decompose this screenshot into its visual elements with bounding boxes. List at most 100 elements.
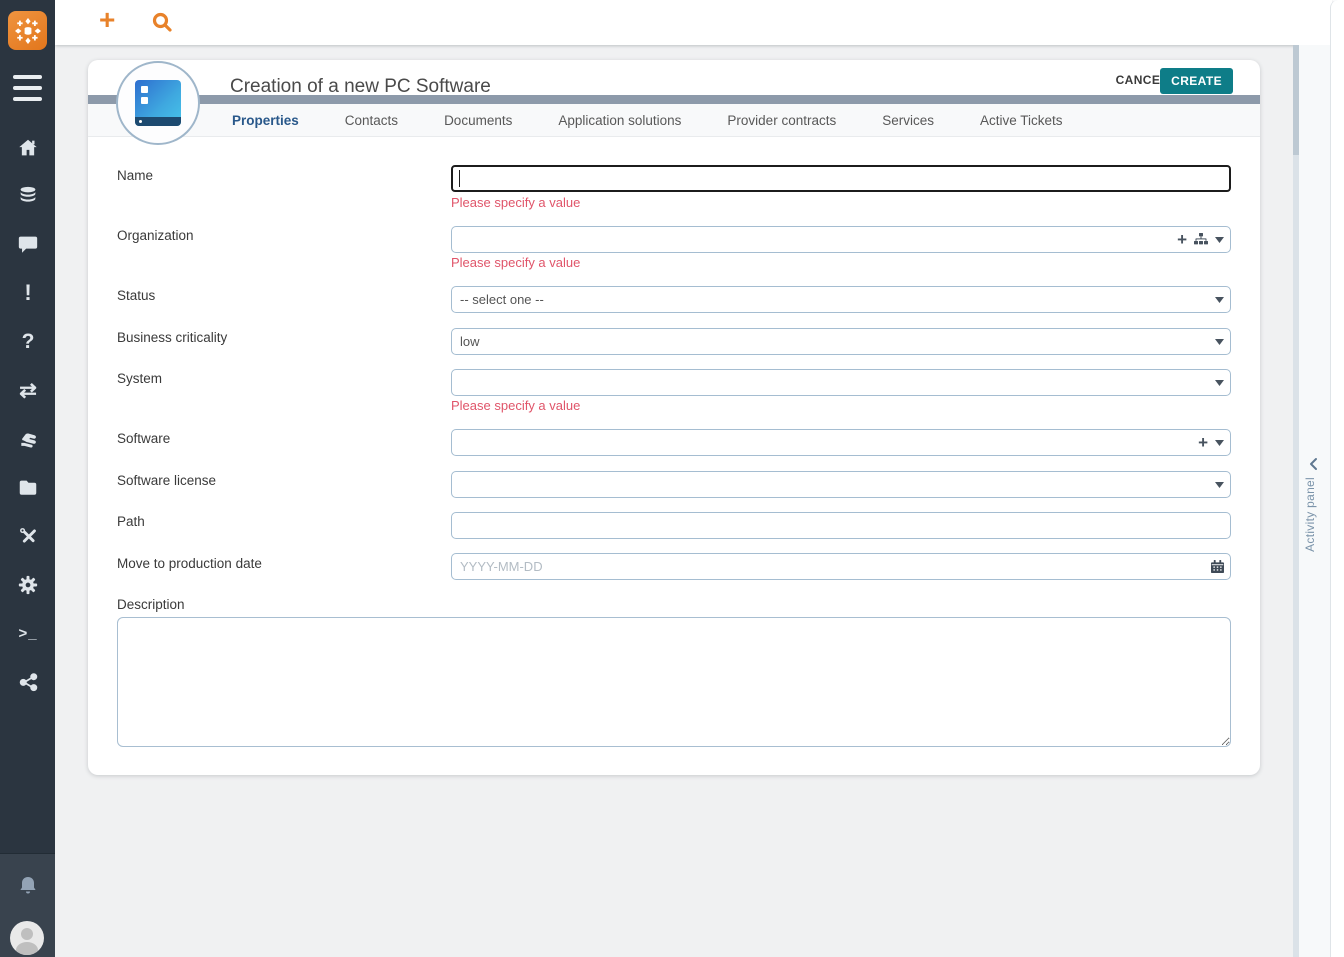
search-icon — [150, 10, 174, 34]
top-toolbar: + — [55, 0, 1332, 45]
name-label: Name — [117, 168, 153, 183]
organization-input[interactable] — [451, 226, 1231, 253]
status-label: Status — [117, 288, 155, 303]
activity-panel-expand-button[interactable] — [1307, 457, 1321, 476]
global-search-button[interactable] — [150, 10, 174, 39]
move-to-production-date-input[interactable] — [451, 553, 1231, 580]
path-input[interactable] — [451, 512, 1231, 539]
system-label: System — [117, 371, 162, 386]
tab-application-solutions[interactable]: Application solutions — [558, 113, 681, 128]
tab-provider-contracts[interactable]: Provider contracts — [727, 113, 836, 128]
bell-icon — [16, 874, 40, 898]
tab-contacts[interactable]: Contacts — [345, 113, 398, 128]
exchange-arrows-icon: ⇄ — [19, 378, 37, 403]
organization-field-wrap: + — [451, 226, 1231, 253]
sidebar-item-help[interactable]: ? — [16, 330, 40, 354]
tab-properties[interactable]: Properties — [232, 113, 299, 128]
object-creation-card: Creation of a new PC Software CANCEL CRE… — [88, 60, 1260, 775]
hand-holding-icon — [17, 428, 40, 451]
right-edge-panel — [1330, 0, 1344, 957]
gear-icon — [17, 574, 39, 596]
object-class-badge — [116, 61, 200, 145]
system-field-wrap — [451, 369, 1231, 396]
sidebar-item-communications[interactable] — [16, 232, 40, 256]
itop-logo-icon — [13, 16, 43, 46]
create-button[interactable]: CREATE — [1160, 68, 1233, 94]
path-label: Path — [117, 514, 145, 529]
sidebar-item-tools[interactable] — [16, 524, 40, 548]
move-to-production-date-field-wrap — [451, 553, 1231, 580]
organization-error: Please specify a value — [451, 255, 580, 270]
description-label: Description — [117, 597, 185, 612]
caret-down-icon[interactable] — [1215, 440, 1224, 446]
tools-icon — [17, 525, 40, 548]
calendar-icon[interactable] — [1211, 560, 1224, 573]
sidebar-item-alerts[interactable]: ! — [16, 281, 40, 305]
software-license-select[interactable] — [451, 471, 1231, 498]
status-field-wrap: -- select one -- — [451, 286, 1231, 313]
description-textarea[interactable] — [117, 617, 1231, 747]
comment-icon — [17, 233, 39, 255]
sidebar-item-share[interactable] — [16, 669, 40, 693]
share-icon — [18, 671, 39, 692]
software-input[interactable] — [451, 429, 1231, 456]
tab-active-tickets[interactable]: Active Tickets — [980, 113, 1063, 128]
status-value: -- select one -- — [460, 292, 544, 307]
tab-documents[interactable]: Documents — [444, 113, 512, 128]
add-organization-icon[interactable]: + — [1177, 231, 1187, 248]
system-error: Please specify a value — [451, 398, 580, 413]
notifications-button[interactable] — [16, 874, 40, 903]
software-license-label: Software license — [117, 473, 216, 488]
name-error: Please specify a value — [451, 195, 580, 210]
name-input[interactable] — [451, 165, 1231, 192]
exclamation-icon: ! — [24, 280, 31, 306]
terminal-icon: >_ — [18, 625, 37, 642]
itop-logo[interactable] — [8, 11, 47, 50]
activity-panel-collapsed: Activity panel — [1299, 45, 1330, 957]
database-icon — [17, 185, 39, 207]
person-icon — [10, 921, 44, 955]
path-field-wrap — [451, 512, 1231, 539]
user-avatar[interactable] — [10, 921, 44, 955]
sidebar-item-data[interactable] — [16, 184, 40, 208]
move-to-production-date-label: Move to production date — [117, 556, 262, 571]
business-criticality-value: low — [460, 334, 480, 349]
sidebar-item-services[interactable] — [16, 427, 40, 451]
add-software-icon[interactable]: + — [1198, 434, 1208, 451]
caret-down-icon[interactable] — [1215, 339, 1224, 345]
caret-down-icon[interactable] — [1215, 380, 1224, 386]
hierarchy-icon[interactable] — [1194, 233, 1208, 246]
organization-label: Organization — [117, 228, 194, 243]
sidebar-item-documents[interactable] — [16, 476, 40, 500]
caret-down-icon[interactable] — [1215, 237, 1224, 243]
software-field-wrap: + — [451, 429, 1231, 456]
sidebar-item-settings[interactable] — [16, 573, 40, 597]
software-label: Software — [117, 431, 170, 446]
tab-bar: Properties Contacts Documents Applicatio… — [88, 104, 1260, 137]
chevron-left-icon — [1307, 457, 1321, 471]
left-sidebar: ! ? ⇄ >_ — [0, 0, 55, 957]
business-criticality-field-wrap: low — [451, 328, 1231, 355]
tab-services[interactable]: Services — [882, 113, 934, 128]
name-field-wrap — [451, 165, 1231, 192]
description-field-wrap — [117, 617, 1231, 747]
status-select[interactable]: -- select one -- — [451, 286, 1231, 313]
quick-create-button[interactable]: + — [99, 4, 115, 36]
sidebar-item-home[interactable] — [16, 136, 40, 160]
sidebar-item-transfers[interactable]: ⇄ — [16, 378, 40, 402]
text-cursor — [459, 170, 460, 187]
sidebar-item-console[interactable]: >_ — [16, 621, 40, 645]
software-license-field-wrap — [451, 471, 1231, 498]
folder-icon — [17, 477, 39, 499]
sidebar-bottom — [0, 853, 55, 957]
caret-down-icon[interactable] — [1215, 297, 1224, 303]
business-criticality-label: Business criticality — [117, 330, 227, 345]
main-content: Creation of a new PC Software CANCEL CRE… — [55, 45, 1293, 957]
home-icon — [17, 137, 39, 159]
caret-down-icon[interactable] — [1215, 482, 1224, 488]
pc-software-icon — [135, 80, 181, 126]
business-criticality-select[interactable]: low — [451, 328, 1231, 355]
system-select[interactable] — [451, 369, 1231, 396]
activity-panel-label: Activity panel — [1303, 477, 1317, 552]
menu-toggle-icon[interactable] — [13, 75, 42, 101]
